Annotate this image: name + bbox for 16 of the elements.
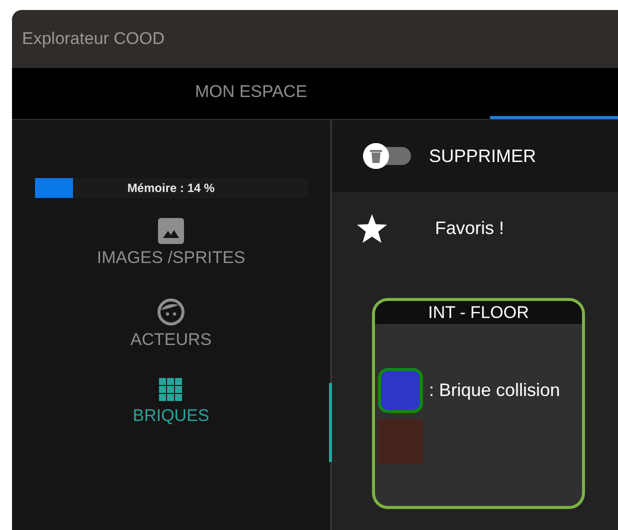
trash-icon bbox=[370, 149, 382, 163]
delete-toggle[interactable] bbox=[363, 145, 411, 167]
brick-swatch[interactable] bbox=[378, 368, 423, 413]
face-icon bbox=[157, 298, 185, 326]
star-icon[interactable] bbox=[357, 214, 387, 243]
grid-icon bbox=[159, 378, 183, 402]
sidebar-item[interactable]: IMAGES /SPRITES bbox=[71, 212, 271, 292]
brick-label: : Brique collision bbox=[429, 380, 560, 401]
image-icon bbox=[158, 218, 184, 244]
card-title: INT - FLOOR bbox=[375, 301, 582, 324]
favorites-label: Favoris ! bbox=[435, 218, 504, 239]
window-title: Explorateur COOD bbox=[22, 29, 165, 49]
sidebar-item[interactable]: ACTEURS bbox=[71, 292, 271, 372]
sidebar-item[interactable]: BRIQUES bbox=[71, 372, 271, 452]
delete-label: SUPPRIMER bbox=[429, 146, 536, 166]
memory-label: Mémoire : 14 % bbox=[127, 181, 215, 195]
